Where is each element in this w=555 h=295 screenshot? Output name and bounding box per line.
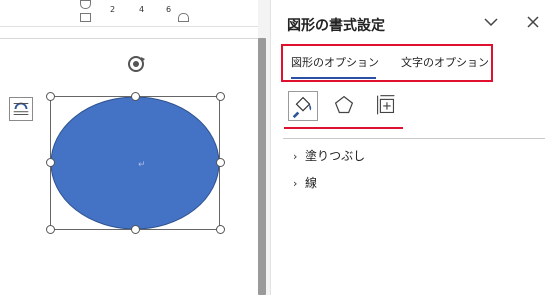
section-line-label: 線 [305, 176, 318, 190]
resize-handle-top[interactable] [131, 92, 140, 101]
ruler-tick: 4 [139, 5, 145, 14]
chevron-down-icon [484, 18, 498, 27]
selected-tab-indicator [291, 77, 376, 79]
selection-frame [50, 96, 220, 230]
resize-handle-right[interactable] [216, 158, 225, 167]
effects-pentagon-icon [334, 95, 354, 114]
rotate-handle-icon[interactable] [124, 52, 148, 76]
resize-handle-bottom-right[interactable] [216, 225, 225, 234]
size-properties-icon [377, 95, 395, 115]
size-properties-button[interactable] [372, 91, 402, 121]
tab-text-options[interactable]: 文字のオプション [401, 54, 489, 70]
chevron-right-icon: › [293, 177, 298, 190]
tab-shape-options[interactable]: 図形のオプション [291, 54, 379, 70]
resize-handle-bottom[interactable] [131, 225, 140, 234]
section-fill[interactable]: › 塗りつぶし [293, 147, 365, 164]
effects-button[interactable] [330, 91, 360, 121]
resize-handle-bottom-left[interactable] [46, 225, 55, 234]
layout-options-button[interactable] [9, 97, 33, 121]
pane-title: 図形の書式設定 [287, 18, 385, 34]
format-shape-pane: 図形の書式設定 図形のオプション 文字のオプション › 塗りつぶし › 線 [270, 0, 555, 295]
pane-options-button[interactable] [481, 12, 501, 32]
fill-line-icon [292, 96, 312, 119]
icon-row-highlight-underline [284, 127, 403, 129]
resize-handle-left[interactable] [46, 158, 55, 167]
ruler-indent-marker-top[interactable] [80, 0, 91, 9]
fill-line-button[interactable] [288, 91, 318, 121]
page-edge [0, 38, 258, 39]
document-area: 2 4 6 ↵ [0, 0, 258, 295]
ruler-tick: 2 [110, 5, 116, 14]
ruler-indent-marker-bottom[interactable] [80, 13, 91, 22]
horizontal-ruler[interactable]: 2 4 6 [0, 0, 258, 27]
vertical-scrollbar[interactable] [258, 38, 266, 295]
resize-handle-top-left[interactable] [46, 92, 55, 101]
section-fill-label: 塗りつぶし [305, 149, 366, 163]
layout-options-icon [13, 102, 29, 115]
resize-handle-top-right[interactable] [216, 92, 225, 101]
ruler-tick: 6 [166, 5, 172, 14]
section-divider [283, 138, 545, 139]
section-line[interactable]: › 線 [293, 174, 317, 191]
close-icon [527, 16, 539, 28]
ruler-right-indent-marker[interactable] [178, 13, 189, 22]
chevron-right-icon: › [293, 150, 298, 163]
pane-close-button[interactable] [523, 12, 543, 32]
